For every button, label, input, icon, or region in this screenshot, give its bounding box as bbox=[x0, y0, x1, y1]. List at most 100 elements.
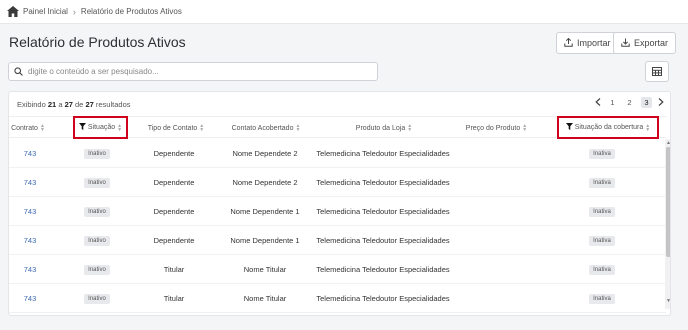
product-name: Telemedicina Teledoutor Especialidades bbox=[316, 294, 450, 303]
contract-link[interactable]: 743 bbox=[9, 197, 51, 226]
summary-total: 27 bbox=[85, 100, 94, 109]
coverage-badge: Inativa bbox=[589, 235, 615, 246]
chevron-right-icon: › bbox=[72, 6, 76, 17]
home-icon[interactable] bbox=[7, 6, 19, 17]
contact-type: Dependente bbox=[153, 149, 195, 158]
scroll-down-arrow-icon[interactable]: ▼ bbox=[666, 298, 670, 304]
product-price bbox=[459, 255, 534, 284]
scroll-up-arrow-icon[interactable]: ▲ bbox=[666, 140, 670, 146]
column-label: Preço do Produto bbox=[465, 124, 521, 132]
table-row[interactable]: 743 Inativo Dependente Nome Dependete 2 … bbox=[9, 168, 666, 197]
coverage-badge: Inativa bbox=[589, 206, 615, 217]
status-badge: Inativo bbox=[84, 148, 110, 159]
coverage-badge: Inativa bbox=[589, 177, 615, 188]
covered-contact: Nome Dependente 1 bbox=[230, 207, 300, 216]
contact-type: Titular bbox=[163, 265, 185, 274]
breadcrumb-home-link[interactable]: Painel Inicial bbox=[23, 7, 68, 16]
status-badge: Inativo bbox=[84, 206, 110, 217]
column-label: Contrato bbox=[11, 124, 38, 132]
summary-mid: a bbox=[58, 100, 63, 109]
column-label: Produto da Loja bbox=[355, 124, 406, 132]
covered-contact: Nome Dependente 1 bbox=[230, 236, 300, 245]
contact-type: Dependente bbox=[153, 236, 195, 245]
contact-type: Dependente bbox=[153, 207, 195, 216]
column-header-tipo[interactable]: Tipo de Contato ▲ ▼ bbox=[141, 117, 211, 139]
contact-type: Titular bbox=[163, 294, 185, 303]
export-button[interactable]: Exportar bbox=[613, 32, 677, 54]
sort-icon: ▲ ▼ bbox=[39, 123, 45, 133]
contact-type: Dependente bbox=[153, 178, 195, 187]
search-input[interactable] bbox=[28, 67, 358, 76]
summary-to: 27 bbox=[64, 100, 73, 109]
page-2-button[interactable]: 2 bbox=[624, 97, 635, 108]
upload-icon bbox=[564, 37, 573, 49]
scrollbar-thumb[interactable] bbox=[666, 147, 670, 257]
product-price bbox=[459, 226, 534, 255]
import-label: Importar bbox=[577, 38, 611, 48]
column-header-acobertado[interactable]: Contato Acobertado ▲ ▼ bbox=[221, 117, 311, 139]
results-summary: Exibindo 21 a 27 de 27 resultados bbox=[17, 100, 131, 109]
contract-link[interactable]: 743 bbox=[9, 139, 51, 168]
contract-link[interactable]: 743 bbox=[9, 226, 51, 255]
column-label: Situação da cobertura bbox=[574, 124, 644, 131]
download-icon bbox=[621, 38, 630, 49]
table-row[interactable]: 743 Inativo Titular Nome Titular Telemed… bbox=[9, 255, 666, 284]
sort-icon: ▲ ▼ bbox=[117, 122, 123, 133]
product-name: Telemedicina Teledoutor Especialidades bbox=[316, 178, 450, 187]
search-box[interactable] bbox=[8, 62, 378, 81]
chevron-left-icon[interactable] bbox=[595, 97, 601, 108]
sort-icon: ▲ ▼ bbox=[522, 123, 528, 133]
import-button[interactable]: Importar bbox=[556, 32, 619, 54]
column-header-produto[interactable]: Produto da Loja ▲ ▼ bbox=[319, 117, 449, 139]
table-row[interactable]: 743 Inativo Dependente Nome Dependente 1… bbox=[9, 197, 666, 226]
column-header-cobertura[interactable]: Situação da cobertura ▲ ▼ bbox=[557, 116, 659, 139]
product-name: Telemedicina Teledoutor Especialidades bbox=[316, 236, 450, 245]
page-title: Relatório de Produtos Ativos bbox=[9, 34, 186, 50]
sort-icon: ▲ ▼ bbox=[199, 123, 205, 133]
page-3-button[interactable]: 3 bbox=[641, 97, 652, 108]
table-row[interactable]: 743 Inativo Dependente Nome Dependente 1… bbox=[9, 226, 666, 255]
results-card: Exibindo 21 a 27 de 27 resultados 1 2 3 … bbox=[8, 91, 671, 316]
summary-of: de bbox=[75, 100, 84, 109]
table-row[interactable]: 743 Inativo Dependente Nome Dependete 2 … bbox=[9, 139, 666, 168]
chevron-right-icon[interactable] bbox=[658, 97, 664, 108]
covered-contact: Nome Titular bbox=[243, 265, 287, 274]
sort-icon: ▲ ▼ bbox=[645, 122, 651, 133]
summary-prefix: Exibindo bbox=[17, 100, 46, 109]
table-row[interactable]: 743 Inativo Titular Nome Titular Telemed… bbox=[9, 284, 666, 313]
column-toggle-button[interactable] bbox=[645, 61, 669, 82]
column-header-preco[interactable]: Preço do Produto ▲ ▼ bbox=[459, 117, 534, 139]
covered-contact: Nome Dependete 2 bbox=[232, 178, 298, 187]
column-label: Situação bbox=[87, 124, 116, 131]
table-icon bbox=[652, 63, 662, 81]
covered-contact: Nome Titular bbox=[243, 294, 287, 303]
contract-link[interactable]: 743 bbox=[9, 255, 51, 284]
status-badge: Inativo bbox=[84, 264, 110, 275]
coverage-badge: Inativa bbox=[589, 264, 615, 275]
summary-suffix: resultados bbox=[95, 100, 131, 109]
summary-from: 21 bbox=[47, 100, 57, 109]
table-header: Contrato ▲ ▼ Situação ▲ ▼ Tipo de Contato … bbox=[9, 116, 666, 139]
sort-icon: ▲ ▼ bbox=[407, 123, 413, 133]
product-name: Telemedicina Teledoutor Especialidades bbox=[316, 149, 450, 158]
column-label: Tipo de Contato bbox=[147, 124, 198, 132]
breadcrumb-current: Relatório de Produtos Ativos bbox=[80, 7, 182, 16]
column-header-contrato[interactable]: Contrato ▲ ▼ bbox=[9, 117, 47, 139]
product-price bbox=[459, 284, 534, 313]
column-header-situacao[interactable]: Situação ▲ ▼ bbox=[73, 116, 128, 139]
page-1-button[interactable]: 1 bbox=[607, 97, 618, 108]
covered-contact: Nome Dependete 2 bbox=[232, 149, 298, 158]
search-icon bbox=[14, 63, 23, 81]
product-price bbox=[459, 197, 534, 226]
product-name: Telemedicina Teledoutor Especialidades bbox=[316, 265, 450, 274]
pagination: 1 2 3 bbox=[595, 97, 664, 108]
export-label: Exportar bbox=[634, 38, 669, 48]
product-name: Telemedicina Teledoutor Especialidades bbox=[316, 207, 450, 216]
status-badge: Inativo bbox=[84, 177, 110, 188]
status-badge: Inativo bbox=[84, 235, 110, 246]
column-label: Contato Acobertado bbox=[231, 124, 294, 132]
contract-link[interactable]: 743 bbox=[9, 284, 51, 313]
contract-link[interactable]: 743 bbox=[9, 168, 51, 197]
coverage-badge: Inativa bbox=[589, 148, 615, 159]
status-badge: Inativo bbox=[84, 293, 110, 304]
